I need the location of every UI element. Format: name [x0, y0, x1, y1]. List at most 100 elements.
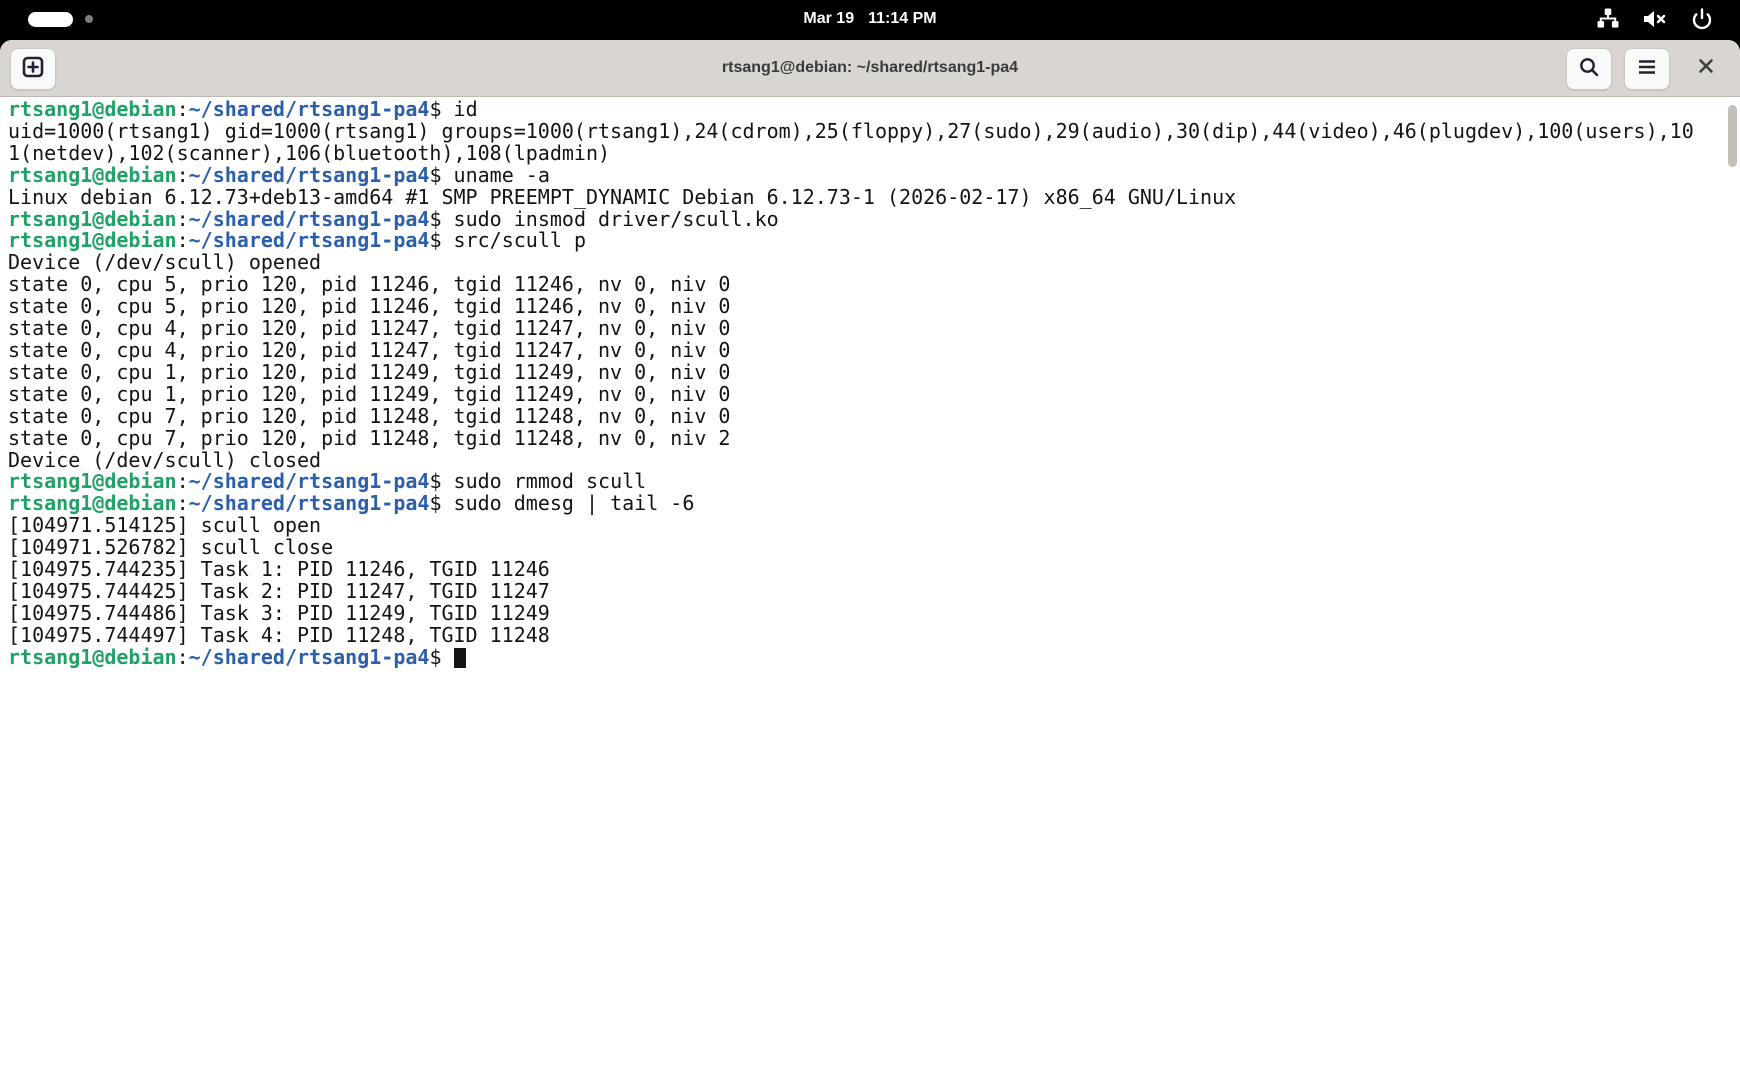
terminal-output-line: Linux debian 6.12.73+deb13-amd64 #1 SMP … [8, 187, 1732, 209]
terminal-output-line: [104971.526782] scull close [8, 537, 1732, 559]
prompt-path: ~/shared/rtsang1-pa4 [189, 97, 430, 121]
terminal-prompt-line: rtsang1@debian:~/shared/rtsang1-pa4$ sud… [8, 493, 1732, 515]
terminal-prompt-line: rtsang1@debian:~/shared/rtsang1-pa4$ [8, 647, 1732, 669]
prompt-path: ~/shared/rtsang1-pa4 [189, 645, 430, 669]
terminal-prompt-line: rtsang1@debian:~/shared/rtsang1-pa4$ una… [8, 165, 1732, 187]
prompt-path: ~/shared/rtsang1-pa4 [189, 163, 430, 187]
output-text: [104975.744235] Task 1: PID 11246, TGID … [8, 557, 550, 581]
prompt-symbol: $ [429, 469, 453, 493]
prompt-separator: : [177, 207, 189, 231]
prompt-command: src/scull p [454, 228, 586, 252]
activities-indicator[interactable] [28, 12, 73, 27]
new-tab-icon [21, 55, 45, 84]
terminal-output-line: state 0, cpu 5, prio 120, pid 11246, tgi… [8, 274, 1732, 296]
prompt-command: sudo dmesg | tail -6 [454, 491, 695, 515]
search-icon [1578, 56, 1600, 83]
menu-button[interactable] [1624, 48, 1670, 90]
output-text: state 0, cpu 1, prio 120, pid 11249, tgi… [8, 360, 730, 384]
terminal-prompt-line: rtsang1@debian:~/shared/rtsang1-pa4$ src… [8, 230, 1732, 252]
prompt-command: sudo rmmod scull [454, 469, 647, 493]
prompt-separator: : [177, 491, 189, 515]
prompt-symbol: $ [429, 163, 453, 187]
terminal-output-line: state 0, cpu 4, prio 120, pid 11247, tgi… [8, 340, 1732, 362]
prompt-command: sudo insmod driver/scull.ko [454, 207, 779, 231]
output-text: state 0, cpu 5, prio 120, pid 11246, tgi… [8, 294, 730, 318]
terminal-window: rtsang1@debian: ~/shared/rtsang1-pa4 [0, 40, 1740, 1080]
prompt-separator: : [177, 469, 189, 493]
close-window-button[interactable] [1686, 48, 1726, 88]
volume-muted-icon[interactable] [1642, 9, 1668, 29]
terminal-output-line: [104975.744425] Task 2: PID 11247, TGID … [8, 581, 1732, 603]
prompt-separator: : [177, 97, 189, 121]
prompt-symbol: $ [429, 207, 453, 231]
clock-time: 11:14 PM [868, 10, 936, 28]
terminal-output-line: state 0, cpu 4, prio 120, pid 11247, tgi… [8, 318, 1732, 340]
prompt-command: uname -a [454, 163, 550, 187]
output-text: state 0, cpu 7, prio 120, pid 11248, tgi… [8, 426, 730, 450]
prompt-symbol: $ [429, 97, 453, 121]
prompt-symbol: $ [429, 645, 453, 669]
prompt-user-host: rtsang1@debian [8, 97, 177, 121]
terminal-output-line: state 0, cpu 1, prio 120, pid 11249, tgi… [8, 384, 1732, 406]
terminal-output-line: [104975.744497] Task 4: PID 11248, TGID … [8, 625, 1732, 647]
output-text: Device (/dev/scull) opened [8, 250, 321, 274]
prompt-user-host: rtsang1@debian [8, 491, 177, 515]
terminal-prompt-line: rtsang1@debian:~/shared/rtsang1-pa4$ sud… [8, 471, 1732, 493]
output-text: state 0, cpu 4, prio 120, pid 11247, tgi… [8, 338, 730, 362]
output-text: [104975.744425] Task 2: PID 11247, TGID … [8, 579, 550, 603]
clock-date: Mar 19 [803, 10, 854, 28]
terminal-cursor [454, 648, 466, 668]
terminal-output-area[interactable]: rtsang1@debian:~/shared/rtsang1-pa4$ idu… [0, 97, 1740, 1080]
terminal-prompt-line: rtsang1@debian:~/shared/rtsang1-pa4$ sud… [8, 209, 1732, 231]
search-button[interactable] [1566, 48, 1612, 90]
new-tab-button[interactable] [10, 48, 56, 90]
scrollbar-thumb[interactable] [1728, 105, 1737, 167]
hamburger-menu-icon [1636, 56, 1658, 83]
output-text: [104971.526782] scull close [8, 535, 333, 559]
prompt-separator: : [177, 228, 189, 252]
terminal-output-line: Device (/dev/scull) closed [8, 450, 1732, 472]
top-bar: Mar 19 11:14 PM [0, 0, 1740, 38]
output-text: state 0, cpu 5, prio 120, pid 11246, tgi… [8, 272, 730, 296]
output-text: 1(netdev),102(scanner),106(bluetooth),10… [8, 141, 610, 165]
output-text: Linux debian 6.12.73+deb13-amd64 #1 SMP … [8, 185, 1236, 209]
output-text: uid=1000(rtsang1) gid=1000(rtsang1) grou… [8, 119, 1694, 143]
output-text: Device (/dev/scull) closed [8, 448, 321, 472]
power-icon[interactable] [1690, 7, 1714, 31]
prompt-separator: : [177, 645, 189, 669]
output-text: state 0, cpu 4, prio 120, pid 11247, tgi… [8, 316, 730, 340]
prompt-user-host: rtsang1@debian [8, 228, 177, 252]
terminal-output-line: Device (/dev/scull) opened [8, 252, 1732, 274]
prompt-path: ~/shared/rtsang1-pa4 [189, 228, 430, 252]
prompt-path: ~/shared/rtsang1-pa4 [189, 491, 430, 515]
prompt-user-host: rtsang1@debian [8, 163, 177, 187]
terminal-output-line: [104971.514125] scull open [8, 515, 1732, 537]
prompt-symbol: $ [429, 491, 453, 515]
prompt-user-host: rtsang1@debian [8, 207, 177, 231]
terminal-output-line: state 0, cpu 7, prio 120, pid 11248, tgi… [8, 406, 1732, 428]
wired-network-icon[interactable] [1596, 8, 1620, 30]
prompt-user-host: rtsang1@debian [8, 645, 177, 669]
prompt-path: ~/shared/rtsang1-pa4 [189, 469, 430, 493]
terminal-headerbar: rtsang1@debian: ~/shared/rtsang1-pa4 [0, 40, 1740, 97]
terminal-output-line: state 0, cpu 7, prio 120, pid 11248, tgi… [8, 428, 1732, 450]
prompt-separator: : [177, 163, 189, 187]
terminal-output-line: [104975.744235] Task 1: PID 11246, TGID … [8, 559, 1732, 581]
terminal-output-line: [104975.744486] Task 3: PID 11249, TGID … [8, 603, 1732, 625]
window-title: rtsang1@debian: ~/shared/rtsang1-pa4 [0, 59, 1740, 77]
terminal-output-line: uid=1000(rtsang1) gid=1000(rtsang1) grou… [8, 121, 1732, 143]
terminal-output-line: 1(netdev),102(scanner),106(bluetooth),10… [8, 143, 1732, 165]
output-text: [104971.514125] scull open [8, 513, 321, 537]
terminal-output-line: state 0, cpu 5, prio 120, pid 11246, tgi… [8, 296, 1732, 318]
output-text: state 0, cpu 7, prio 120, pid 11248, tgi… [8, 404, 730, 428]
close-icon [1698, 58, 1714, 79]
prompt-user-host: rtsang1@debian [8, 469, 177, 493]
workspace-dot[interactable] [85, 15, 93, 23]
output-text: [104975.744486] Task 3: PID 11249, TGID … [8, 601, 550, 625]
prompt-symbol: $ [429, 228, 453, 252]
system-tray[interactable] [1596, 7, 1740, 31]
output-text: state 0, cpu 1, prio 120, pid 11249, tgi… [8, 382, 730, 406]
output-text: [104975.744497] Task 4: PID 11248, TGID … [8, 623, 550, 647]
terminal-output-line: state 0, cpu 1, prio 120, pid 11249, tgi… [8, 362, 1732, 384]
terminal-prompt-line: rtsang1@debian:~/shared/rtsang1-pa4$ id [8, 99, 1732, 121]
